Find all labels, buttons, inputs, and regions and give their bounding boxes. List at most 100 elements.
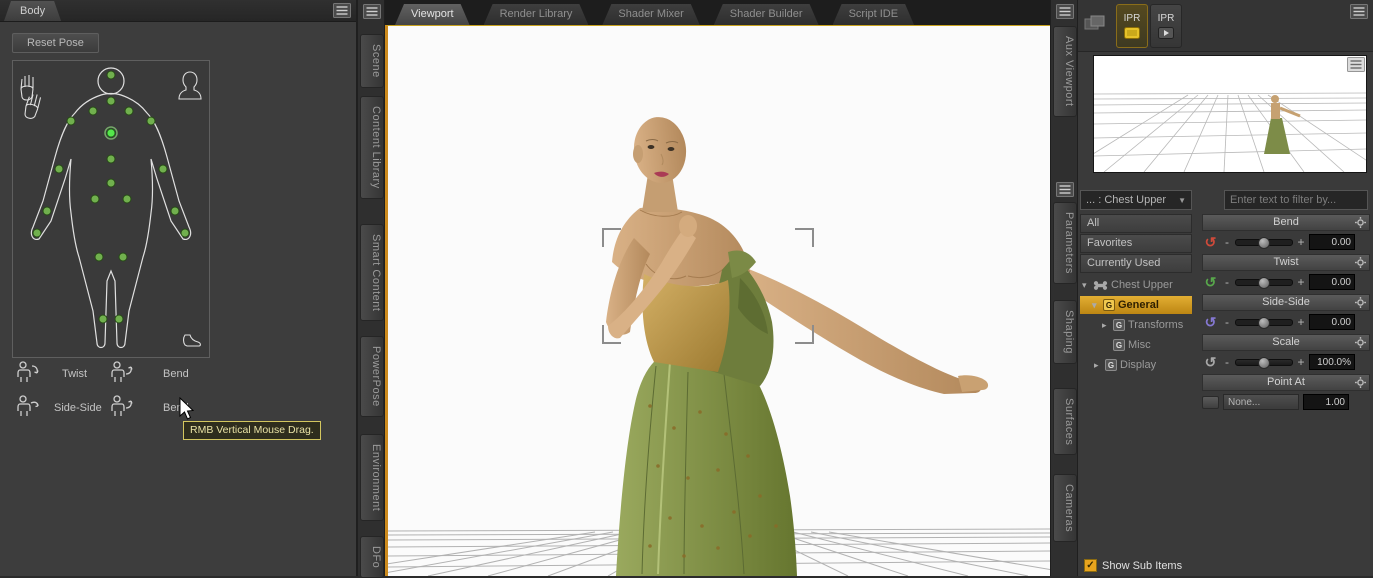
bend-tool-icon-2[interactable] (108, 394, 134, 418)
scale-slider-track[interactable] (1235, 356, 1293, 369)
panel-menu-icon[interactable] (333, 3, 351, 18)
tree-node-misc[interactable]: G Misc (1080, 336, 1192, 354)
powerpose-tabbar: Body (0, 0, 356, 22)
point-at-value-field[interactable]: 1.00 (1303, 394, 1349, 410)
side-side-increment-button[interactable]: + (1297, 315, 1305, 329)
bend-increment-button[interactable]: + (1297, 235, 1305, 249)
bend-decrement-button[interactable]: - (1223, 235, 1231, 249)
twist-dial-icon[interactable]: ↺ (1202, 274, 1219, 290)
scale-dial-icon[interactable]: ↺ (1202, 354, 1219, 370)
render-stack-icon[interactable] (1084, 14, 1106, 32)
tooltip: RMB Vertical Mouse Drag. (183, 421, 321, 440)
ipr-play-button[interactable]: IPR (1150, 4, 1182, 48)
gear-icon[interactable] (1355, 297, 1366, 308)
left-dock-menu-icon[interactable] (363, 4, 381, 19)
tab-body[interactable]: Body (4, 1, 61, 21)
side-side-tool-icon[interactable] (14, 394, 40, 418)
group-icon: G (1105, 359, 1117, 371)
aux-thumb-menu-icon[interactable] (1347, 57, 1365, 72)
gear-icon[interactable] (1355, 257, 1366, 268)
foot-icon (182, 334, 201, 347)
tree-node-chest-upper[interactable]: ▾ Chest Upper (1080, 276, 1192, 294)
bend-dial-icon[interactable]: ↺ (1202, 234, 1219, 250)
show-sub-items-checkbox[interactable]: ✓ (1084, 559, 1097, 572)
side-side-slider-handle[interactable] (1258, 316, 1270, 329)
tree-node-transforms[interactable]: ▸ G Transforms (1080, 316, 1192, 334)
parameter-filter-input[interactable] (1224, 190, 1368, 210)
scale-decrement-button[interactable]: - (1223, 355, 1231, 369)
gear-icon[interactable] (1355, 337, 1366, 348)
dock-tab-powerpose[interactable]: PowerPose (360, 336, 384, 417)
node-selector-dropdown[interactable]: ... : Chest Upper ▼ (1080, 190, 1192, 210)
tree-collapsed-icon[interactable]: ▸ (1102, 316, 1110, 334)
params-dock-menu-icon[interactable] (1056, 182, 1074, 197)
twist-slider-handle[interactable] (1258, 276, 1270, 289)
side-side-decrement-button[interactable]: - (1223, 315, 1231, 329)
dock-tab-parameters[interactable]: Parameters (1053, 202, 1077, 284)
dock-tab-shaping[interactable]: Shaping (1053, 300, 1077, 364)
aux-pane-menu-icon[interactable] (1350, 4, 1368, 19)
point-at-icon (1202, 395, 1219, 409)
scale-value-field[interactable]: 100.0% (1309, 354, 1355, 370)
viewport-pane: Viewport Render Library Shader Mixer Sha… (385, 0, 1050, 576)
side-side-value-field[interactable]: 0.00 (1309, 314, 1355, 330)
bend-tool-label: Bend (163, 368, 189, 380)
param-list-all[interactable]: All (1080, 214, 1192, 233)
twist-tool-label: Twist (62, 368, 88, 380)
tree-node-general[interactable]: ▾ G General (1080, 296, 1192, 314)
tree-expanded-icon[interactable]: ▾ (1092, 296, 1100, 314)
side-side-slider-track[interactable] (1235, 316, 1293, 329)
tab-viewport[interactable]: Viewport (395, 4, 470, 25)
tab-render-library[interactable]: Render Library (484, 4, 589, 25)
twist-slider-track[interactable] (1235, 276, 1293, 289)
dock-tab-environment[interactable]: Environment (360, 434, 384, 522)
tab-script-ide[interactable]: Script IDE (833, 4, 915, 25)
bend-tool-icon[interactable] (108, 360, 134, 384)
scale-slider-handle[interactable] (1258, 356, 1270, 369)
body-map-figure (20, 67, 202, 349)
show-sub-items-option[interactable]: ✓ Show Sub Items (1084, 559, 1182, 572)
tree-node-display[interactable]: ▸ G Display (1080, 356, 1192, 374)
side-side-dial-icon[interactable]: ↺ (1202, 314, 1219, 330)
twist-increment-button[interactable]: + (1297, 275, 1305, 289)
tab-shader-builder[interactable]: Shader Builder (714, 4, 819, 25)
tab-shader-mixer[interactable]: Shader Mixer (602, 4, 699, 25)
dock-tab-dform[interactable]: DFo (360, 536, 384, 578)
bone-icon (1093, 280, 1108, 290)
twist-decrement-button[interactable]: - (1223, 275, 1231, 289)
dock-tab-surfaces[interactable]: Surfaces (1053, 388, 1077, 456)
tree-node-label: Transforms (1128, 319, 1184, 331)
tree-expanded-icon[interactable]: ▾ (1082, 276, 1090, 294)
dock-tab-content-library[interactable]: Content Library (360, 96, 384, 199)
ipr-render-button[interactable]: IPR (1116, 4, 1148, 48)
param-list-currently-used[interactable]: Currently Used (1080, 254, 1192, 273)
ipr-film-icon (1124, 27, 1140, 39)
point-at-target-dropdown[interactable]: None... (1223, 394, 1299, 410)
gear-icon[interactable] (1355, 217, 1366, 228)
aux-dock-menu-icon[interactable] (1056, 4, 1074, 19)
gear-icon[interactable] (1355, 377, 1366, 388)
bend-slider-track[interactable] (1235, 236, 1293, 249)
tree-collapsed-icon[interactable]: ▸ (1094, 356, 1102, 374)
reset-pose-button[interactable]: Reset Pose (12, 33, 99, 53)
dock-tab-aux-viewport[interactable]: Aux Viewport (1053, 26, 1077, 117)
dock-tab-scene[interactable]: Scene (360, 34, 384, 88)
twist-tool-icon[interactable] (14, 360, 40, 384)
scale-increment-button[interactable]: + (1297, 355, 1305, 369)
tree-node-label: Display (1120, 359, 1157, 371)
dock-tab-smart-content[interactable]: Smart Content (360, 224, 384, 322)
bend-value-field[interactable]: 0.00 (1309, 234, 1355, 250)
aux-viewport-canvas[interactable] (1093, 55, 1367, 173)
param-header-label: Scale (1272, 336, 1300, 348)
bend-slider-handle[interactable] (1258, 236, 1270, 249)
param-header-twist: Twist (1202, 254, 1370, 271)
powerpose-body-map[interactable] (12, 60, 210, 358)
twist-value-field[interactable]: 0.00 (1309, 274, 1355, 290)
param-header-label: Point At (1267, 376, 1305, 388)
param-row-side-side: ↺ - + 0.00 (1202, 312, 1370, 332)
dock-tab-cameras[interactable]: Cameras (1053, 474, 1077, 543)
figure (606, 117, 989, 576)
viewport-canvas[interactable] (385, 25, 1050, 576)
group-icon: G (1113, 319, 1125, 331)
param-list-favorites[interactable]: Favorites (1080, 234, 1192, 253)
